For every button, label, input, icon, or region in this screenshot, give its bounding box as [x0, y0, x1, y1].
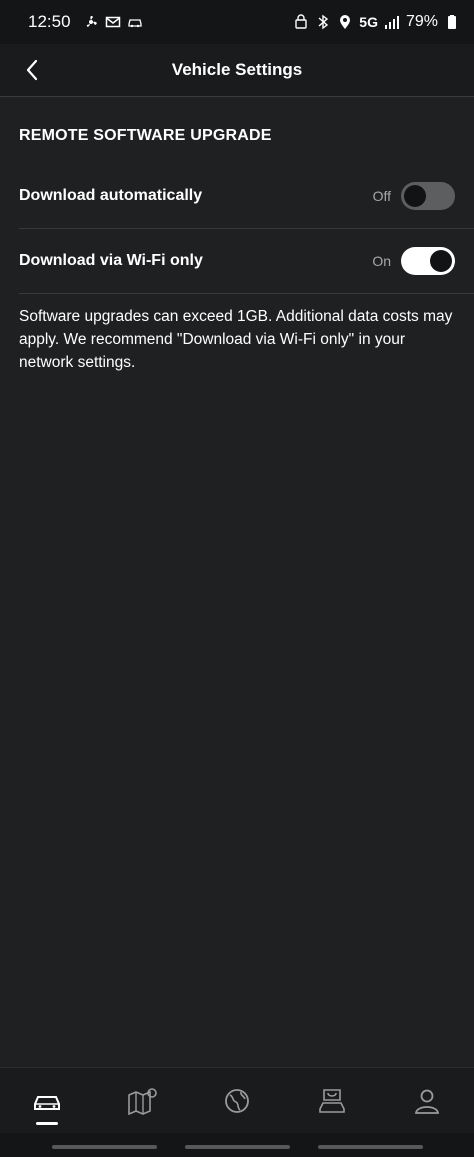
- toggle-state-label: Off: [372, 188, 391, 204]
- app-header: Vehicle Settings: [0, 44, 474, 97]
- map-pin-icon: [128, 1088, 157, 1115]
- toggle-knob: [430, 250, 452, 272]
- gesture-pill: [52, 1145, 157, 1149]
- bluetooth-icon: [315, 14, 331, 30]
- nav-profile[interactable]: [397, 1071, 457, 1131]
- battery-icon: [444, 14, 460, 30]
- shop-icon: [318, 1089, 345, 1113]
- nfc-lock-icon: [293, 14, 309, 30]
- profile-icon: [414, 1089, 439, 1114]
- divider: [19, 293, 474, 294]
- info-note: Software upgrades can exceed 1GB. Additi…: [19, 308, 453, 371]
- download-automatically-toggle[interactable]: [401, 182, 455, 210]
- system-gesture-bar: [0, 1133, 474, 1157]
- wifi-only-toggle[interactable]: [401, 247, 455, 275]
- nav-shop[interactable]: [302, 1071, 362, 1131]
- nav-map[interactable]: [112, 1071, 172, 1131]
- mail-icon: [105, 14, 121, 30]
- signal-icon: [384, 14, 400, 30]
- toggle-state-label: On: [372, 253, 391, 269]
- toggle-knob: [404, 185, 426, 207]
- globe-icon: [225, 1089, 249, 1113]
- status-time: 12:50: [28, 12, 71, 31]
- gesture-pill: [318, 1145, 423, 1149]
- page-title: Vehicle Settings: [171, 60, 303, 79]
- section-title: REMOTE SOFTWARE UPGRADE: [19, 127, 272, 144]
- status-bar-left: 12:50: [28, 12, 143, 32]
- bottom-nav: [0, 1067, 474, 1134]
- car-icon: [34, 1096, 61, 1110]
- setting-row-download-automatically: Download automatically Off: [0, 164, 474, 228]
- nav-globe[interactable]: [207, 1071, 267, 1131]
- active-indicator: [36, 1122, 59, 1125]
- location-icon: [337, 14, 353, 30]
- setting-row-wifi-only: Download via Wi-Fi only On: [0, 229, 474, 293]
- toggle-group: Off: [373, 182, 455, 210]
- toggle-group: On: [372, 247, 455, 275]
- setting-label: Download automatically: [19, 187, 203, 204]
- nav-vehicle[interactable]: [17, 1071, 77, 1131]
- battery-percent: 79%: [405, 13, 438, 30]
- status-bar: 12:50 5G 79%: [0, 0, 474, 44]
- network-type: 5G: [359, 14, 378, 30]
- car-icon: [127, 14, 143, 30]
- chevron-left-icon: [26, 59, 38, 81]
- setting-label: Download via Wi-Fi only: [19, 252, 203, 269]
- fan-icon: [83, 14, 99, 30]
- back-button[interactable]: [18, 56, 46, 84]
- gesture-pill: [185, 1145, 290, 1149]
- status-bar-right: 5G 79%: [293, 13, 460, 31]
